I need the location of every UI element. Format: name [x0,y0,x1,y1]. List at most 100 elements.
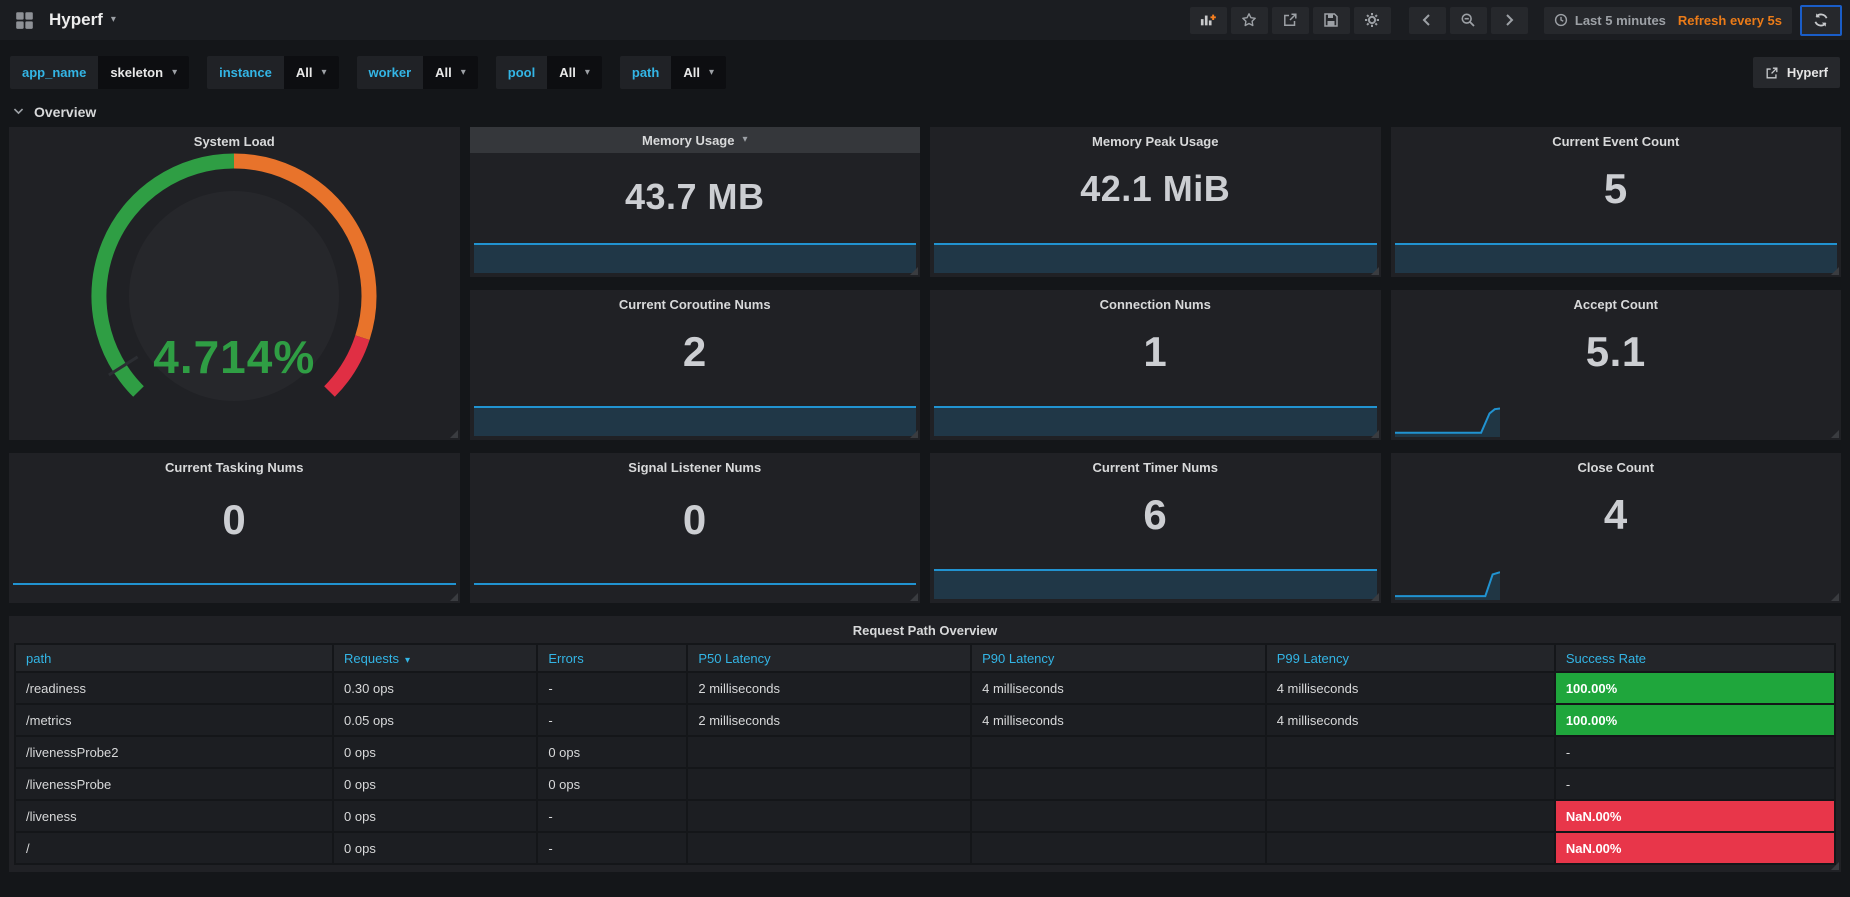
share-button[interactable] [1272,7,1309,34]
chevron-down-icon: ▾ [111,15,116,25]
table-cell: 0 ops [334,801,536,831]
sparkline [934,243,1377,273]
sparkline [934,406,1377,436]
table-header: pathRequests▾ErrorsP50 LatencyP90 Latenc… [16,645,1834,671]
star-button[interactable] [1231,7,1268,34]
time-picker[interactable]: Last 5 minutes Refresh every 5s [1544,7,1792,34]
variable-value-dropdown[interactable]: All▾ [284,56,339,89]
sparkline [474,243,917,273]
column-header-p99-latency[interactable]: P99 Latency [1267,645,1554,671]
table-cell: 100.00% [1556,705,1834,735]
time-range-label: Last 5 minutes [1575,13,1666,28]
table-cell: /livenessProbe [16,769,332,799]
time-back-button[interactable] [1409,7,1446,34]
table-cell: 2 milliseconds [688,705,970,735]
column-header-p50-latency[interactable]: P50 Latency [688,645,970,671]
column-header-requests[interactable]: Requests▾ [334,645,536,671]
table-cell: /liveness [16,801,332,831]
table-cell: 100.00% [1556,673,1834,703]
stat-value: 1 [930,300,1381,404]
variable-value-dropdown[interactable]: All▾ [423,56,478,89]
column-header-p90-latency[interactable]: P90 Latency [972,645,1265,671]
table-cell [972,737,1265,767]
column-header-errors[interactable]: Errors [538,645,686,671]
panel-current-event-count: Current Event Count 5 [1391,127,1842,277]
table-cell [972,833,1265,863]
sort-desc-icon: ▾ [405,655,410,666]
table-row: /livenessProbe0 ops0 ops- [16,769,1834,799]
variable-instance[interactable]: instanceAll▾ [207,56,338,89]
success-rate-badge: 100.00% [1556,705,1834,735]
angle-left-icon [1419,12,1435,28]
variable-label: worker [357,56,424,89]
table-cell: - [1556,769,1834,799]
stat-value: 5.1 [1391,300,1842,404]
panel-title[interactable]: Request Path Overview [9,616,1841,638]
variable-app_name[interactable]: app_nameskeleton▾ [10,56,189,89]
angle-right-icon [1501,12,1517,28]
dashboard-picker-button[interactable] [6,4,42,36]
sparkline [1395,395,1500,437]
panel-request-path-overview: Request Path Overview pathRequests▾Error… [9,616,1841,872]
table-cell: 4 milliseconds [1267,705,1554,735]
table-cell: 4 milliseconds [972,673,1265,703]
panel-close-count: Close Count 4 [1391,453,1842,603]
table-cell [1267,737,1554,767]
stat-value: 42.1 MiB [930,137,1381,241]
table-cell: /readiness [16,673,332,703]
table-cell: 0 ops [334,833,536,863]
settings-button[interactable] [1354,7,1391,34]
refresh-button[interactable] [1800,5,1842,36]
sparkline [1395,243,1838,273]
table-cell [1267,769,1554,799]
panel-system-load: System Load 4.714% [9,127,460,440]
variable-value-dropdown[interactable]: All▾ [547,56,602,89]
variable-pool[interactable]: poolAll▾ [496,56,602,89]
variable-label: app_name [10,56,98,89]
add-panel-button[interactable] [1190,7,1227,34]
chevron-down-icon: ▾ [461,68,466,78]
save-button[interactable] [1313,7,1350,34]
table-cell: 4 milliseconds [972,705,1265,735]
panel-current-timer-nums: Current Timer Nums 6 [930,453,1381,603]
navbar-right: Last 5 minutes Refresh every 5s [1172,5,1842,36]
variable-value-dropdown[interactable]: skeleton▾ [98,56,189,89]
dashboard-title[interactable]: Hyperf ▾ [49,10,116,30]
sparkline [934,569,1377,599]
column-header-path[interactable]: path [16,645,332,671]
variable-path[interactable]: pathAll▾ [620,56,726,89]
refresh-interval-label[interactable]: Refresh every 5s [1678,13,1782,28]
refresh-icon [1813,12,1829,28]
chevron-down-icon: ▾ [585,68,590,78]
row-header-overview[interactable]: Overview [0,97,1850,123]
chevron-down-icon [12,105,25,118]
clock-icon [1554,13,1568,27]
table-cell [688,737,970,767]
variable-value-dropdown[interactable]: All▾ [671,56,726,89]
variable-worker[interactable]: workerAll▾ [357,56,478,89]
table-header-row: pathRequests▾ErrorsP50 LatencyP90 Latenc… [16,645,1834,671]
time-forward-button[interactable] [1491,7,1528,34]
table-row: /0 ops-NaN.00% [16,833,1834,863]
column-header-success-rate[interactable]: Success Rate [1556,645,1834,671]
stat-value: 4 [1391,463,1842,567]
gear-icon [1364,12,1380,28]
panel-title[interactable]: Memory Usage▾ [470,127,921,153]
external-link-icon [1765,66,1779,80]
panel-accept-count: Accept Count 5.1 [1391,290,1842,440]
table-row: /metrics0.05 ops-2 milliseconds4 millise… [16,705,1834,735]
stat-value: 2 [470,300,921,404]
chevron-down-icon: ▾ [742,135,747,145]
table-cell: 4 milliseconds [1267,673,1554,703]
success-rate-badge: 100.00% [1556,673,1834,703]
table-row: /readiness0.30 ops-2 milliseconds4 milli… [16,673,1834,703]
table-row: /liveness0 ops-NaN.00% [16,801,1834,831]
table-cell: 0.30 ops [334,673,536,703]
addpanel-icon [1200,12,1216,28]
zoom-out-button[interactable] [1450,7,1487,34]
dashboard-link-button[interactable]: Hyperf [1753,57,1840,88]
table-cell: /metrics [16,705,332,735]
panel-memory-usage: Memory Usage▾ 43.7 MB [470,127,921,277]
panel-title[interactable]: System Load [9,127,460,149]
success-rate-badge: NaN.00% [1556,833,1834,863]
